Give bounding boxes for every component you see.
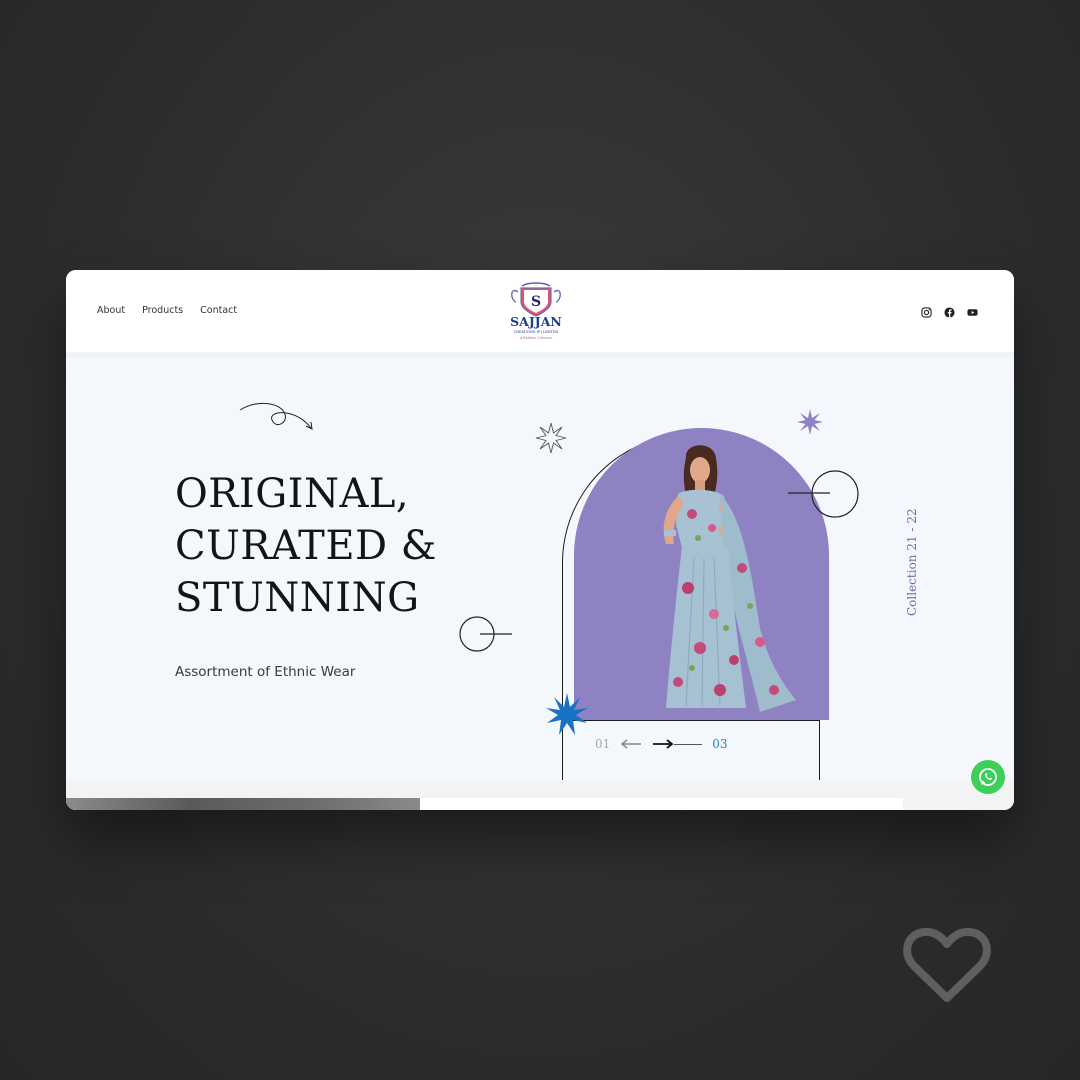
site-header: About Products Contact S SAJJAN CREATION… (66, 270, 1014, 352)
main-nav: About Products Contact (97, 305, 237, 316)
blue-starburst-icon (546, 693, 588, 735)
social-links (921, 305, 978, 318)
logo-letter: S (531, 294, 541, 310)
sajjan-logo[interactable]: S SAJJAN CREATIONS (P) LIMITED A Fashion… (504, 280, 568, 346)
circle-line-decoration (459, 616, 512, 652)
arch-base-line (562, 720, 820, 721)
next-section-image-strip (66, 798, 420, 810)
circle-line-decoration-right (788, 470, 859, 518)
headline-line-3: STUNNING (175, 575, 420, 621)
slider-controls: 01 03 (595, 736, 728, 752)
website-card: About Products Contact S SAJJAN CREATION… (66, 270, 1014, 810)
logo-subtitle: CREATIONS (P) LIMITED (514, 329, 559, 334)
heart-icon[interactable] (902, 926, 992, 1006)
youtube-icon[interactable] (967, 305, 978, 316)
logo-brand: SAJJAN (510, 314, 562, 329)
nav-about[interactable]: About (97, 305, 125, 316)
outline-star-icon (535, 422, 567, 454)
headline-line-2: CURATED & (175, 523, 437, 569)
curly-arrow-icon (239, 403, 313, 430)
collection-label: Collection 21 - 22 (905, 508, 919, 616)
slider-progress-line (674, 743, 703, 745)
next-section-panel (420, 798, 903, 810)
slide-current-number: 01 (595, 737, 611, 751)
whatsapp-icon (979, 768, 997, 786)
nav-contact[interactable]: Contact (200, 305, 237, 316)
nav-products[interactable]: Products (142, 305, 183, 316)
whatsapp-button[interactable] (971, 760, 1005, 794)
instagram-icon[interactable] (921, 305, 932, 318)
hero-section: ORIGINAL, CURATED & STUNNING Assortment … (66, 358, 1014, 810)
facebook-icon[interactable] (944, 305, 955, 318)
slide-total-number: 03 (712, 737, 728, 751)
arrow-right-icon[interactable] (652, 739, 674, 749)
hero-subline: Assortment of Ethnic Wear (175, 664, 356, 680)
arrow-left-icon[interactable] (620, 739, 642, 749)
purple-star-icon (797, 409, 823, 435)
hero-headline: ORIGINAL, CURATED & STUNNING (175, 468, 475, 624)
headline-line-1: ORIGINAL, (175, 471, 410, 517)
logo-tagline: A Fashion Universe (519, 336, 553, 340)
